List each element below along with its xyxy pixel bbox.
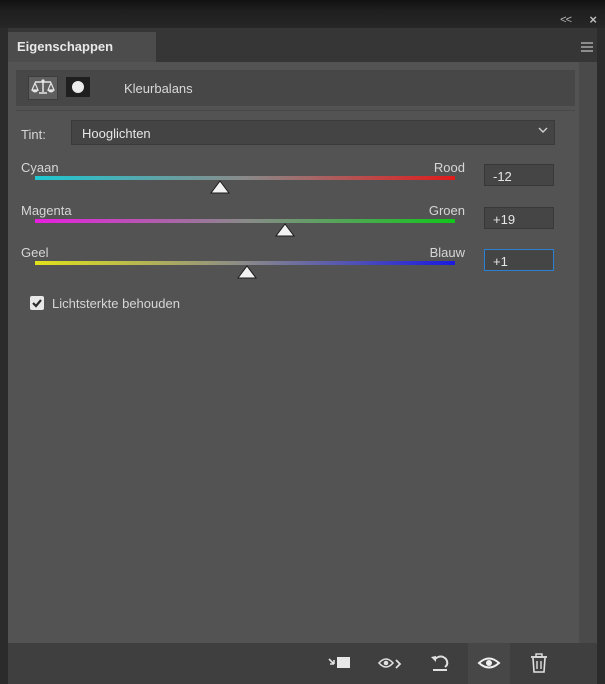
preserve-luminosity-checkbox[interactable] [30, 296, 44, 310]
cyan-red-value-input[interactable]: -12 [484, 164, 554, 186]
slider-left-label: Magenta [21, 203, 72, 218]
properties-panel: Kleurbalans Tint: Hooglichten Cyaan Rood… [8, 62, 597, 643]
tint-dropdown[interactable]: Hooglichten [71, 120, 555, 145]
slider-right-label: Rood [433, 160, 465, 175]
slider-right-label: Groen [428, 203, 465, 218]
mask-icon[interactable] [66, 77, 90, 97]
panel-footer-toolbar [8, 643, 597, 684]
slider-thumb[interactable] [237, 265, 258, 279]
slider-thumb[interactable] [209, 180, 230, 194]
slider-thumb[interactable] [274, 223, 295, 237]
chevron-down-icon [538, 127, 548, 133]
view-previous-state-icon[interactable] [377, 651, 405, 675]
slider-track[interactable] [35, 219, 455, 223]
slider-right-label: Blauw [429, 245, 465, 260]
collapse-panels-icon[interactable]: << [560, 14, 572, 26]
slider-left-label: Cyaan [21, 160, 59, 175]
close-icon[interactable]: × [589, 12, 597, 27]
cyan-red-slider: Cyaan Rood -12 [8, 160, 575, 198]
visibility-eye-icon[interactable] [475, 651, 503, 675]
panel-tab-bar: Eigenschappen [8, 28, 597, 62]
yellow-blue-value-input[interactable]: +1 [484, 249, 554, 271]
color-balance-icon[interactable] [28, 76, 58, 100]
magenta-green-value-input[interactable]: +19 [484, 207, 554, 229]
adjustment-title: Kleurbalans [124, 81, 193, 96]
clip-to-layer-icon[interactable] [326, 651, 354, 675]
adjustment-header: Kleurbalans [16, 70, 575, 106]
tab-eigenschappen[interactable]: Eigenschappen [8, 32, 156, 62]
scrollbar-track[interactable] [579, 62, 597, 643]
tint-label: Tint: [21, 127, 46, 142]
checkmark-icon [32, 299, 42, 308]
trash-icon[interactable] [525, 651, 553, 675]
yellow-blue-slider: Geel Blauw +1 [8, 245, 575, 283]
tint-selected-value: Hooglichten [82, 126, 151, 141]
slider-left-label: Geel [21, 245, 49, 260]
window-top-strip: << × [0, 0, 605, 28]
slider-track[interactable] [35, 176, 455, 180]
magenta-green-slider: Magenta Groen +19 [8, 203, 575, 241]
panel-menu-icon[interactable] [581, 42, 593, 54]
reset-icon[interactable] [427, 651, 455, 675]
preserve-luminosity-label: Lichtsterkte behouden [52, 296, 180, 311]
divider [16, 110, 575, 111]
